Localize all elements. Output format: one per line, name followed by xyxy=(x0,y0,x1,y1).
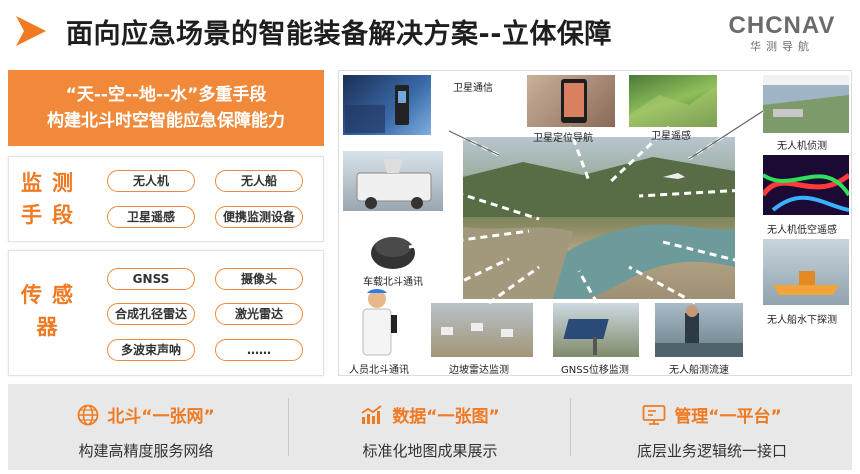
sensor-pill: 激光雷达 xyxy=(215,303,303,325)
brand-logo: CHCNAV 华测导航 xyxy=(727,12,837,54)
sensor-pill: 摄像头 xyxy=(215,268,303,290)
caption-gnss-disp: GNSS位移监测 xyxy=(561,365,629,376)
caption-sat-rs: 卫星遥感 xyxy=(651,131,691,142)
caption-uav-lowalt: 无人机低空遥感 xyxy=(767,225,837,236)
caption-person: 人员北斗通讯 xyxy=(349,365,409,376)
divider xyxy=(570,398,571,456)
summary-title: 数据“一张图” xyxy=(292,402,568,427)
headline-banner: “天--空--地--水”多重手段 构建北斗时空智能应急保障能力 xyxy=(8,70,324,146)
divider xyxy=(288,398,289,456)
sensors-panel: 传感 器 GNSS 摄像头 合成孔径雷达 激光雷达 多波束声呐 …… xyxy=(8,250,324,376)
monitoring-panel: 监测 手段 无人机 无人船 卫星遥感 便携监测设备 xyxy=(8,156,324,242)
summary-platform: 管理“一平台” 底层业务逻辑统一接口 xyxy=(574,384,850,470)
brand-arrow-icon xyxy=(16,16,46,46)
scenario-montage: 卫星通信 卫星定位导航 卫星遥感 无人机侦测 无人机低空遥感 车载北斗通讯 无人… xyxy=(338,70,852,376)
summary-subtitle: 标准化地图成果展示 xyxy=(362,442,498,460)
sensors-label: 传感 器 xyxy=(21,283,83,339)
summary-title: 北斗“一张网” xyxy=(8,402,284,427)
summary-data: 数据“一张图” 标准化地图成果展示 xyxy=(292,384,568,470)
monitor-icon xyxy=(642,405,666,425)
monitoring-label: 监测 手段 xyxy=(21,171,83,227)
method-pill: 无人船 xyxy=(215,170,303,192)
caption-sat-comm: 卫星通信 xyxy=(453,83,493,94)
banner-line-1: “天--空--地--水”多重手段 xyxy=(65,85,267,105)
banner-line-2: 构建北斗时空智能应急保障能力 xyxy=(47,111,285,131)
globe-icon xyxy=(77,404,99,426)
caption-vehicle: 车载北斗通讯 xyxy=(363,277,423,288)
sensor-pill: 合成孔径雷达 xyxy=(107,303,195,325)
method-pill: 卫星遥感 xyxy=(107,206,195,228)
bottom-summary-bar: 北斗“一张网” 构建高精度服务网络 数据“一张图” 标准化地图成果展示 管理“一… xyxy=(8,384,852,470)
bar-chart-icon xyxy=(361,405,382,424)
page-title: 面向应急场景的智能装备解决方案--立体保障 xyxy=(66,19,612,50)
summary-title: 管理“一平台” xyxy=(574,402,850,427)
caption-usv: 无人船水下探测 xyxy=(767,315,837,326)
summary-subtitle: 底层业务逻辑统一接口 xyxy=(636,442,787,460)
caption-uav-detect: 无人机侦测 xyxy=(777,141,827,152)
brand-name: CHCNAV xyxy=(728,12,836,39)
caption-boat-flow: 无人船测流速 xyxy=(669,365,729,376)
caption-sat-nav: 卫星定位导航 xyxy=(533,133,593,144)
method-pill: 无人机 xyxy=(107,170,195,192)
caption-slope-radar: 边坡雷达监测 xyxy=(449,365,509,376)
sensor-pill: …… xyxy=(215,339,303,361)
sensor-pill: GNSS xyxy=(107,268,195,290)
summary-network: 北斗“一张网” 构建高精度服务网络 xyxy=(8,384,284,470)
brand-subtitle: 华测导航 xyxy=(750,40,814,53)
summary-subtitle: 构建高精度服务网络 xyxy=(78,442,214,460)
method-pill: 便携监测设备 xyxy=(215,206,303,228)
sensor-pill: 多波束声呐 xyxy=(107,339,195,361)
